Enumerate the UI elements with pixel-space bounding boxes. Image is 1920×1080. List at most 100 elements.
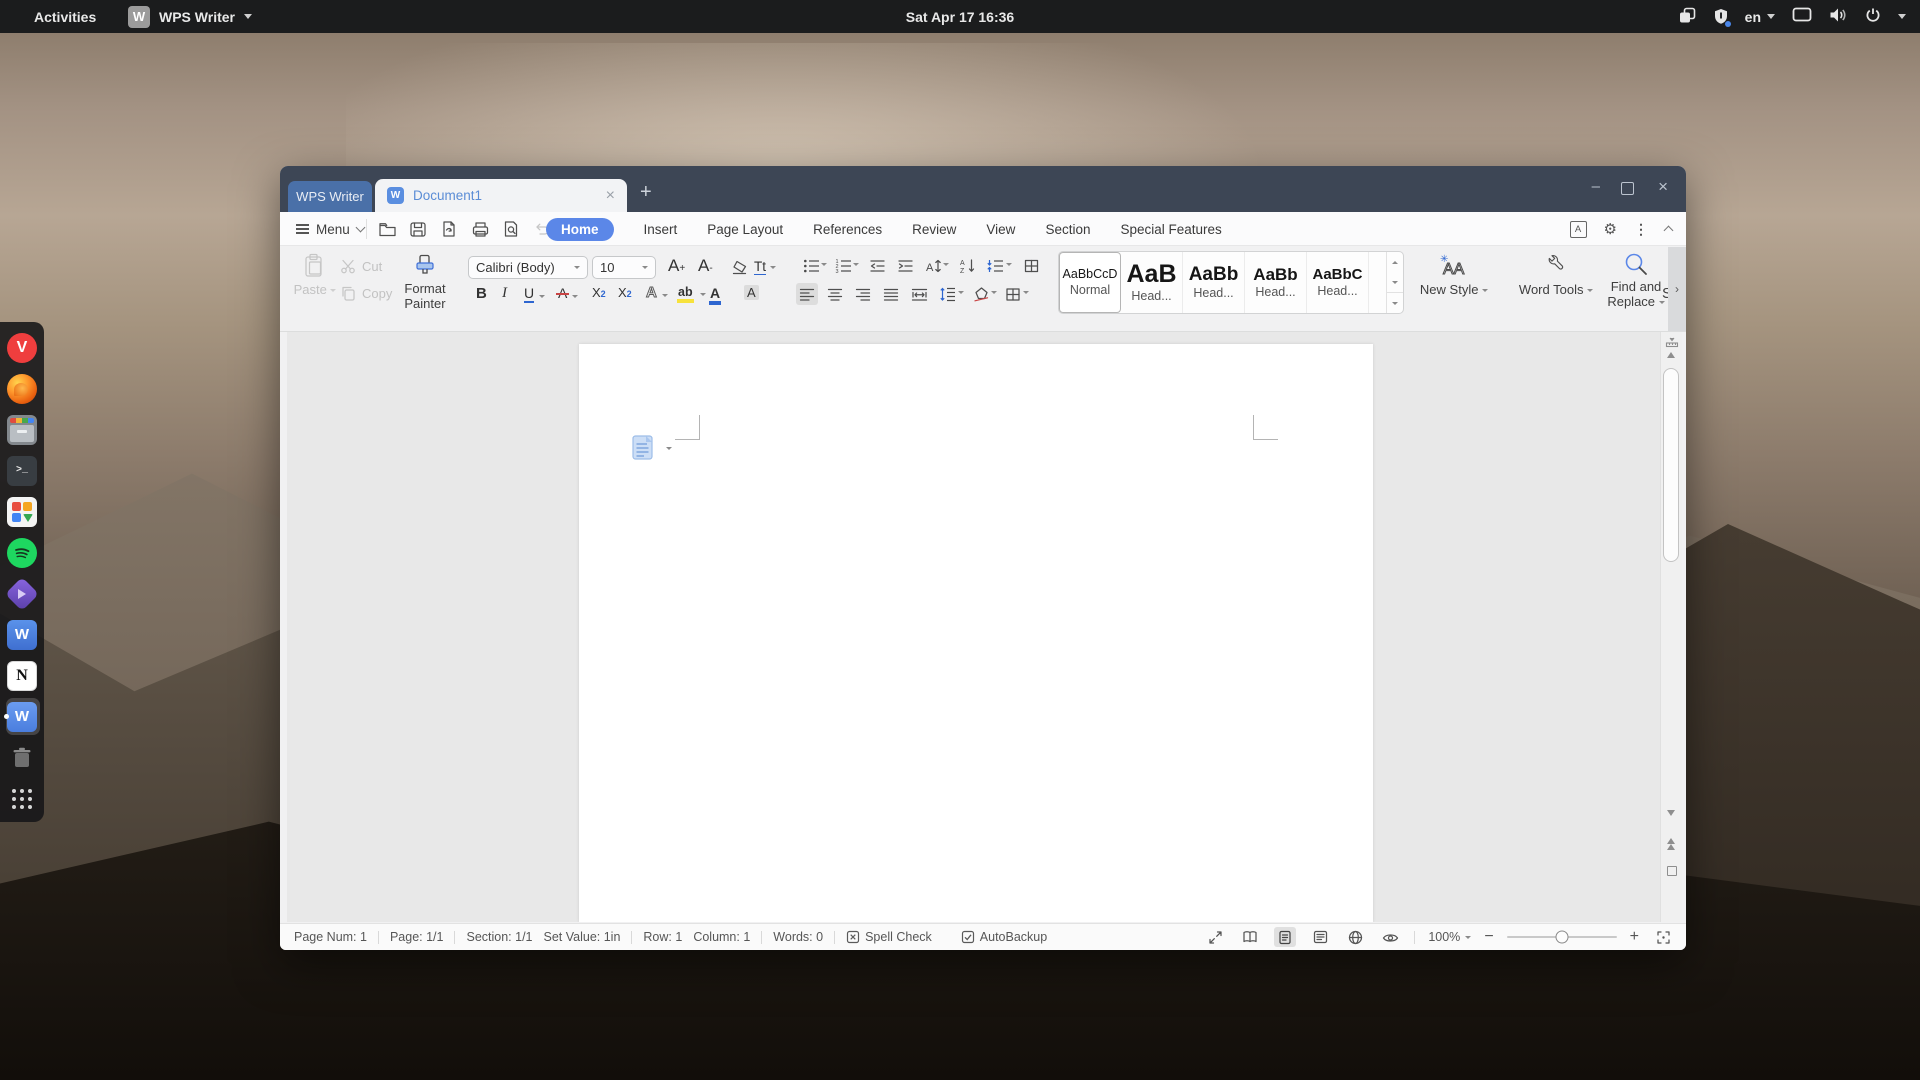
page-quick-widget[interactable] <box>632 435 672 461</box>
shading-fill-caret-icon[interactable] <box>991 291 997 294</box>
tab-view[interactable]: View <box>986 222 1015 237</box>
save-button[interactable] <box>407 218 429 240</box>
zoom-slider[interactable] <box>1507 936 1617 938</box>
tab-section[interactable]: Section <box>1045 222 1090 237</box>
status-page-num[interactable]: Page Num: 1 <box>294 930 367 944</box>
increase-indent-button[interactable] <box>894 255 916 277</box>
print-preview-button[interactable] <box>500 218 522 240</box>
zoom-slider-knob[interactable] <box>1555 931 1568 944</box>
scroll-up-arrow[interactable] <box>1667 352 1675 358</box>
numbering-caret-icon[interactable] <box>853 263 859 266</box>
spell-check-toggle[interactable]: Spell Check <box>846 930 932 944</box>
tab-page-layout[interactable]: Page Layout <box>707 222 783 237</box>
dock-item-notion[interactable]: N <box>2 655 42 696</box>
line-spacing-button[interactable] <box>936 283 958 305</box>
tab-special-features[interactable]: Special Features <box>1120 222 1221 237</box>
font-name-combobox[interactable]: Calibri (Body) <box>468 256 588 279</box>
font-size-combobox[interactable]: 10 <box>592 256 656 279</box>
fullscreen-view-button[interactable] <box>1204 927 1226 947</box>
style-heading2[interactable]: AaBb Head... <box>1183 252 1245 313</box>
status-section[interactable]: Section: 1/1 <box>466 930 532 944</box>
status-set-value[interactable]: Set Value: 1in <box>544 930 621 944</box>
ribbon-expand-right-button[interactable]: › <box>1668 247 1686 331</box>
text-direction-button[interactable]: A <box>922 255 944 277</box>
highlight-button[interactable]: ab <box>678 285 706 299</box>
dock-item-app-grid[interactable] <box>2 778 42 819</box>
style-heading3[interactable]: AaBb Head... <box>1245 252 1307 313</box>
dock-item-spotify[interactable] <box>2 532 42 573</box>
justify-button[interactable] <box>880 283 902 305</box>
subscript-button[interactable]: X2 <box>618 285 632 300</box>
wps-home-tab[interactable]: WPS Writer <box>288 181 372 212</box>
document-area[interactable] <box>287 332 1660 922</box>
style-heading4[interactable]: AaBbC Head... <box>1307 252 1369 313</box>
decrease-indent-button[interactable] <box>866 255 888 277</box>
system-menu-caret-icon[interactable] <box>1898 14 1906 19</box>
new-tab-button[interactable]: + <box>640 181 652 204</box>
privacy-shield-icon[interactable] <box>1714 8 1728 25</box>
print-button[interactable] <box>469 218 491 240</box>
volume-icon[interactable] <box>1829 7 1848 26</box>
tab-references[interactable]: References <box>813 222 882 237</box>
dock-item-terminal[interactable]: >_ <box>2 450 42 491</box>
borders-button[interactable] <box>1002 283 1024 305</box>
fit-page-button[interactable] <box>1652 927 1674 947</box>
italic-button[interactable]: I <box>502 285 507 302</box>
align-center-button[interactable] <box>824 283 846 305</box>
tab-insert[interactable]: Insert <box>644 222 678 237</box>
web-view-button[interactable] <box>1344 927 1366 947</box>
cut-button[interactable]: Cut <box>340 259 382 274</box>
align-left-button[interactable] <box>796 283 818 305</box>
more-options-icon[interactable]: ⋮ <box>1634 221 1648 238</box>
dock-item-wps-writer-active[interactable]: W <box>2 696 42 737</box>
status-page[interactable]: Page: 1/1 <box>390 930 444 944</box>
page-view-button[interactable] <box>1274 927 1296 947</box>
change-case-button[interactable]: Tt <box>754 259 776 275</box>
settings-gear-icon[interactable]: ⚙ <box>1604 220 1617 238</box>
copy-button[interactable]: Copy <box>340 285 392 301</box>
insert-table-quick-button[interactable] <box>1020 255 1042 277</box>
line-spacing-caret-icon[interactable] <box>958 291 964 294</box>
autobackup-toggle[interactable]: AutoBackup <box>961 930 1047 944</box>
grow-font-button[interactable]: A+ <box>668 256 685 276</box>
open-file-button[interactable] <box>376 218 398 240</box>
styles-expand-button[interactable] <box>1387 292 1403 313</box>
two-page-view-button[interactable] <box>1239 927 1261 947</box>
window-titlebar[interactable]: WPS Writer W Document1 × + – × <box>280 166 1686 212</box>
power-icon[interactable] <box>1865 7 1881 26</box>
bold-button[interactable]: B <box>476 285 487 302</box>
close-document-tab-icon[interactable]: × <box>606 188 615 204</box>
maximize-button[interactable] <box>1621 182 1634 195</box>
font-color-button[interactable]: A <box>710 285 720 301</box>
style-normal[interactable]: AaBbCcD Normal <box>1059 252 1121 313</box>
export-pdf-button[interactable] <box>438 218 460 240</box>
collapse-ribbon-icon[interactable] <box>1664 226 1674 236</box>
eye-protection-button[interactable] <box>1379 927 1401 947</box>
text-direction-caret-icon[interactable] <box>943 263 949 266</box>
document-tab[interactable]: W Document1 × <box>375 179 627 212</box>
dock-item-software-center[interactable] <box>2 491 42 532</box>
borders-caret-icon[interactable] <box>1023 291 1029 294</box>
status-words[interactable]: Words: 0 <box>773 930 823 944</box>
character-shading-button[interactable]: A <box>744 285 759 300</box>
dock-item-file-manager[interactable] <box>2 409 42 450</box>
close-window-button[interactable]: × <box>1658 178 1668 195</box>
dock-item-vivaldi[interactable]: V <box>2 327 42 368</box>
reading-mode-icon[interactable]: A <box>1570 221 1587 238</box>
status-row[interactable]: Row: 1 <box>643 930 682 944</box>
minimize-button[interactable]: – <box>1592 179 1600 194</box>
outline-view-button[interactable] <box>1309 927 1331 947</box>
new-style-button[interactable]: AA✳ New Style <box>1408 253 1500 297</box>
paragraph-spacing-button[interactable] <box>984 255 1006 277</box>
zoom-level[interactable]: 100% <box>1428 930 1471 944</box>
zoom-out-button[interactable]: − <box>1484 928 1493 946</box>
text-effects-button[interactable]: A <box>646 284 668 301</box>
dock-item-media-app[interactable] <box>2 573 42 614</box>
zoom-in-button[interactable]: + <box>1630 928 1639 946</box>
sort-button[interactable]: AZ <box>956 255 978 277</box>
dock-item-trash[interactable] <box>2 737 42 778</box>
scroll-down-arrow[interactable] <box>1667 810 1675 816</box>
windows-overlap-icon[interactable] <box>1679 7 1697 27</box>
bullets-button[interactable] <box>800 255 822 277</box>
align-right-button[interactable] <box>852 283 874 305</box>
